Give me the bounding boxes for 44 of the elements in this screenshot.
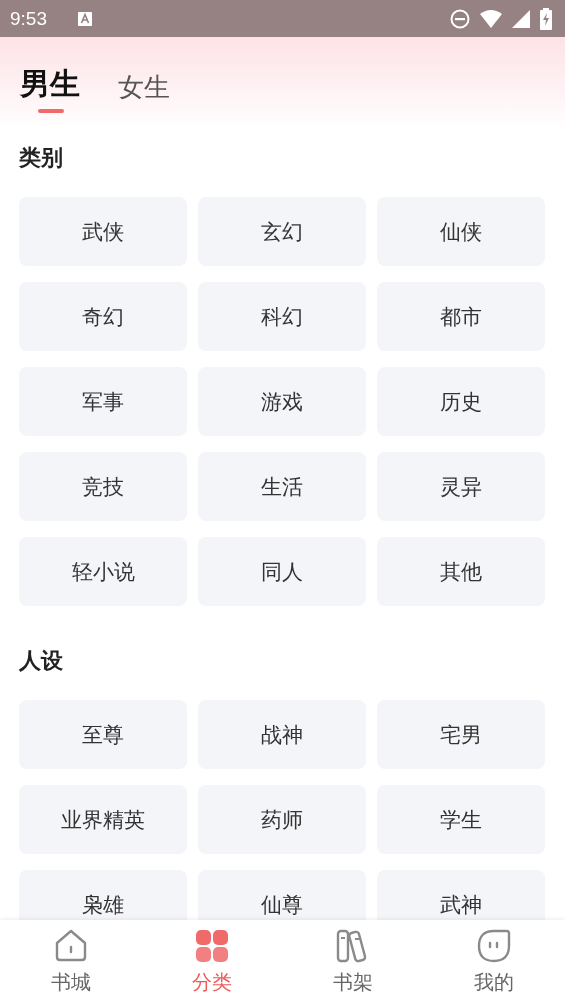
keyboard-notification-icon — [77, 10, 93, 27]
nav-tab[interactable]: 书城 — [0, 920, 142, 1004]
signal-icon — [511, 8, 531, 29]
gender-tab[interactable]: 男生 — [20, 63, 80, 105]
category-chip[interactable]: 其他 — [377, 537, 545, 606]
category-chip[interactable]: 游戏 — [198, 367, 366, 436]
category-chip[interactable]: 仙侠 — [377, 197, 545, 266]
category-chip[interactable]: 武侠 — [19, 197, 187, 266]
nav-tab[interactable]: 我的 — [423, 920, 565, 1004]
battery-icon — [539, 7, 553, 30]
category-chip[interactable]: 都市 — [377, 282, 545, 351]
category-chip[interactable]: 学生 — [377, 785, 545, 854]
nav-label: 我的 — [474, 968, 515, 996]
category-chip[interactable]: 竞技 — [19, 452, 187, 521]
category-chip[interactable]: 军事 — [19, 367, 187, 436]
category-chip[interactable]: 科幻 — [198, 282, 366, 351]
do-not-disturb-icon — [449, 7, 471, 30]
face-icon — [477, 928, 512, 963]
section-title: 类别 — [19, 144, 64, 172]
category-chip[interactable]: 药师 — [198, 785, 366, 854]
category-chip[interactable]: 生活 — [198, 452, 366, 521]
gender-tab[interactable]: 女生 — [118, 69, 170, 105]
category-chip[interactable]: 玄幻 — [198, 197, 366, 266]
category-chip[interactable]: 至尊 — [19, 700, 187, 769]
category-chip[interactable]: 轻小说 — [19, 537, 187, 606]
status-time: 9:53 — [10, 7, 47, 30]
category-chip[interactable]: 灵异 — [377, 452, 545, 521]
nav-label: 分类 — [191, 968, 232, 996]
category-chip[interactable]: 同人 — [198, 537, 366, 606]
wifi-icon — [479, 8, 503, 29]
category-chip[interactable]: 枭雄 — [19, 870, 187, 920]
category-chip[interactable]: 业界精英 — [19, 785, 187, 854]
category-chip[interactable]: 宅男 — [377, 700, 545, 769]
nav-tab[interactable]: 书架 — [282, 920, 424, 1004]
category-chip[interactable]: 历史 — [377, 367, 545, 436]
nav-label: 书架 — [333, 968, 374, 996]
nav-label: 书城 — [50, 968, 91, 996]
category-chip[interactable]: 武神 — [377, 870, 545, 920]
section-title: 人设 — [19, 647, 64, 675]
category-chip[interactable]: 仙尊 — [198, 870, 366, 920]
tab-indicator — [38, 108, 64, 113]
grid-icon — [194, 928, 229, 963]
category-chip[interactable]: 奇幻 — [19, 282, 187, 351]
category-chip[interactable]: 战神 — [198, 700, 366, 769]
